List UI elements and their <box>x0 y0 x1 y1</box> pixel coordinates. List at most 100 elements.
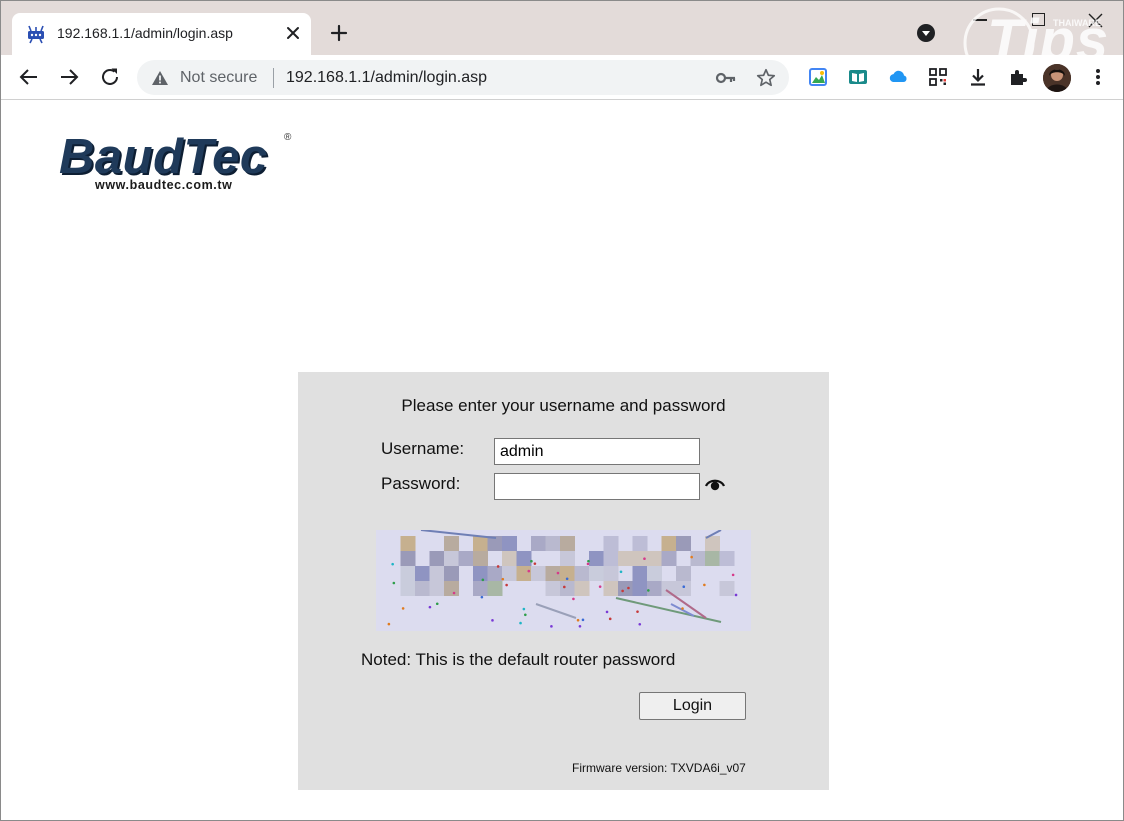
omnibox-separator <box>273 68 274 88</box>
captcha-pixel <box>545 581 561 596</box>
captcha-pixel <box>444 581 459 596</box>
address-bar[interactable]: Not secure 192.168.1.1/admin/login.asp <box>137 60 789 95</box>
captcha-pixel <box>618 551 633 566</box>
captcha-pixel <box>444 536 459 551</box>
captcha-noise-dot <box>481 578 485 582</box>
captcha-pixel <box>647 581 662 596</box>
arrow-right-icon[interactable] <box>57 65 81 89</box>
star-icon[interactable] <box>755 67 777 89</box>
router-favicon-icon <box>28 25 44 44</box>
captcha-noise-dot <box>387 622 391 626</box>
arrow-left-icon[interactable] <box>17 65 41 89</box>
captcha-pixel <box>473 566 488 581</box>
captcha-noise-dot <box>527 569 531 573</box>
reload-icon[interactable] <box>98 65 122 89</box>
close-icon[interactable] <box>284 24 302 42</box>
captcha-noise-dot <box>522 607 526 611</box>
captcha-pixel <box>531 566 546 581</box>
captcha-pixel <box>502 536 517 551</box>
cloud-extension-icon[interactable] <box>887 66 909 88</box>
captcha-pixel <box>415 566 430 581</box>
captcha-pixel <box>661 536 677 551</box>
brand-logo: BaudTec ® www.baudtec.com.tw <box>59 129 299 193</box>
login-button[interactable]: Login <box>639 692 746 720</box>
captcha-pixel <box>415 581 430 596</box>
captcha-noise-dot <box>452 591 456 595</box>
captcha-pixel <box>429 581 445 596</box>
captcha-pixel <box>400 551 416 566</box>
login-prompt: Please enter your username and password <box>401 396 726 415</box>
security-label[interactable]: Not secure <box>180 69 257 87</box>
captcha-noise-dot <box>391 562 394 566</box>
profile-avatar-icon <box>1043 64 1071 92</box>
avatar[interactable] <box>1043 64 1071 92</box>
captcha-noise-dot <box>643 557 646 561</box>
captcha-pixel <box>676 566 691 581</box>
captcha-pixel <box>574 581 590 596</box>
captcha-noise-dot <box>690 555 693 559</box>
url-text[interactable]: 192.168.1.1/admin/login.asp <box>286 69 487 87</box>
warning-triangle-icon[interactable] <box>151 69 169 87</box>
captcha-pixel <box>458 551 474 566</box>
captcha-noise-dot <box>533 562 537 565</box>
default-password-note: Noted: This is the default router passwo… <box>361 650 676 669</box>
captcha-noise-dot <box>731 573 735 577</box>
captcha-noise-dot <box>636 610 639 613</box>
captcha-pixel <box>473 536 488 551</box>
captcha-noise-dot <box>519 621 522 625</box>
username-label: Username: <box>381 439 465 458</box>
captcha-noise-dot <box>627 586 630 590</box>
captcha-pixel <box>487 581 503 596</box>
captcha-pixel <box>589 551 604 566</box>
captcha-pixel <box>603 581 619 596</box>
puzzle-icon[interactable] <box>1007 66 1029 88</box>
captcha-pixel <box>661 551 677 566</box>
active-tab[interactable]: 192.168.1.1/admin/login.asp <box>12 13 311 55</box>
qr-code-icon[interactable] <box>927 66 949 88</box>
reader-extension-icon[interactable] <box>847 66 869 88</box>
captcha-image <box>376 530 751 631</box>
captcha-noise-dot <box>682 585 686 588</box>
firmware-version: Firmware version: TXVDA6i_v07 <box>572 761 746 775</box>
browser-toolbar: Not secure 192.168.1.1/admin/login.asp <box>1 55 1123 100</box>
captcha-noise-dot <box>734 593 738 597</box>
captcha-pixel <box>632 536 648 551</box>
password-input[interactable] <box>494 473 700 500</box>
plus-icon[interactable] <box>329 23 349 43</box>
captcha-noise-dot <box>608 617 612 621</box>
captcha-pixel <box>574 566 590 581</box>
captcha-noise-dot <box>435 602 439 606</box>
captcha-noise-dot <box>550 625 553 628</box>
captcha-noise-dot <box>572 597 575 601</box>
captcha-pixel <box>719 581 735 596</box>
captcha-pixel <box>705 551 720 566</box>
captcha-pixel <box>444 566 459 581</box>
image-extension-icon[interactable] <box>807 66 829 88</box>
captcha-pixel <box>531 536 546 551</box>
password-label: Password: <box>381 474 461 493</box>
username-input[interactable] <box>494 438 700 465</box>
captcha-pixel <box>502 566 517 581</box>
captcha-pixel <box>632 566 648 581</box>
kebab-menu-icon[interactable] <box>1087 66 1109 88</box>
key-icon[interactable] <box>715 68 737 88</box>
captcha-pixel <box>589 566 604 581</box>
download-icon[interactable] <box>967 66 989 88</box>
captcha-noise-dot <box>647 589 650 592</box>
captcha-noise-dot <box>392 581 396 585</box>
login-panel: Please enter your username and password … <box>298 372 829 790</box>
captcha-noise-dot <box>681 607 684 610</box>
eye-icon[interactable] <box>705 475 725 495</box>
captcha-pixel <box>560 581 575 596</box>
browser-window: 192.168.1.1/admin/login.asp Tips THAIWAR… <box>0 0 1124 821</box>
chevron-down-circle-icon[interactable] <box>916 23 936 43</box>
watermark-small-text: THAIWARE <box>1053 18 1101 28</box>
captcha-noise-dot <box>501 577 505 581</box>
captcha-pixel <box>473 581 488 596</box>
captcha-pixel <box>603 551 619 566</box>
captcha-pixel <box>400 536 416 551</box>
captcha-pixel <box>400 566 416 581</box>
captcha-pixel <box>516 566 532 581</box>
captcha-pixel <box>719 551 735 566</box>
captcha-noise-dot <box>556 571 560 575</box>
